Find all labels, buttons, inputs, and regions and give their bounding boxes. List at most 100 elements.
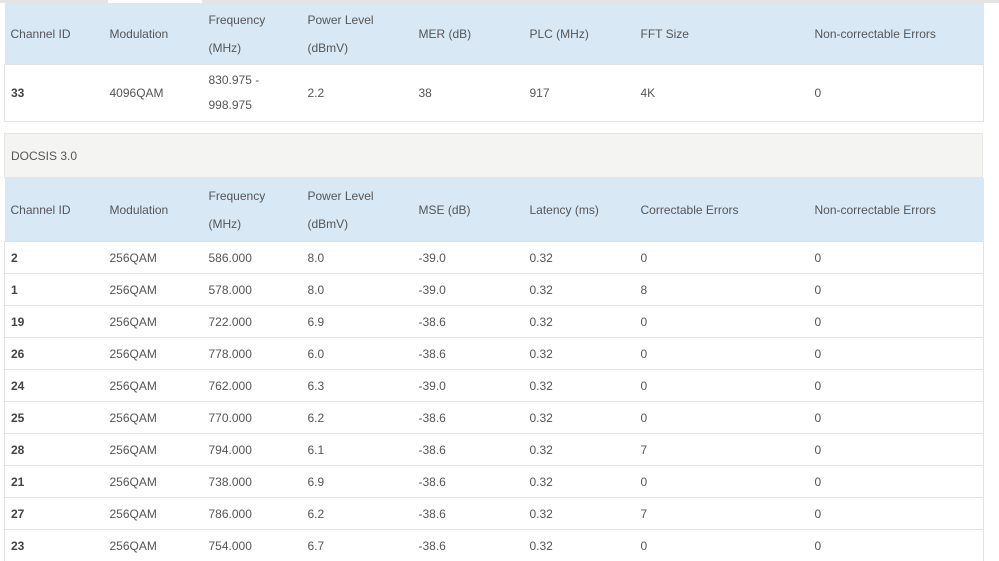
docsis30-section-header: DOCSIS 3.0 — [4, 133, 983, 178]
table-row: 21 256QAM 738.000 6.9 -38.6 0.32 0 0 — [4, 465, 984, 498]
cell-correctable-errors: 0 — [634, 305, 809, 338]
cell-latency: 0.32 — [523, 497, 635, 530]
cell-fft-size: 4K — [634, 64, 809, 122]
cell-non-correctable-errors: 0 — [808, 529, 984, 561]
cell-modulation: 256QAM — [103, 305, 203, 338]
cell-non-correctable-errors: 0 — [808, 64, 984, 122]
cell-latency: 0.32 — [523, 337, 635, 370]
header-fft-size: FFT Size — [634, 3, 809, 65]
table-row: 1 256QAM 578.000 8.0 -39.0 0.32 8 0 — [4, 273, 984, 306]
header-modulation: Modulation — [103, 178, 203, 242]
cell-frequency: 738.000 — [202, 465, 302, 498]
cell-frequency: 794.000 — [202, 433, 302, 466]
cell-frequency: 754.000 — [202, 529, 302, 561]
cell-latency: 0.32 — [523, 369, 635, 402]
cell-frequency: 778.000 — [202, 337, 302, 370]
header-power-level: Power Level (dBmV) — [301, 178, 413, 242]
cell-mse: -39.0 — [412, 241, 524, 274]
cell-correctable-errors: 0 — [634, 337, 809, 370]
cell-correctable-errors: 7 — [634, 433, 809, 466]
cell-frequency: 786.000 — [202, 497, 302, 530]
cell-channel-id: 1 — [4, 273, 104, 306]
cell-non-correctable-errors: 0 — [808, 305, 984, 338]
cell-non-correctable-errors: 0 — [808, 401, 984, 434]
cell-power-level: 8.0 — [301, 241, 413, 274]
cell-power-level: 6.1 — [301, 433, 413, 466]
cell-power-level: 6.2 — [301, 497, 413, 530]
cell-frequency: 762.000 — [202, 369, 302, 402]
header-non-correctable-errors: Non-correctable Errors — [808, 178, 984, 242]
table-row: 25 256QAM 770.000 6.2 -38.6 0.32 0 0 — [4, 401, 984, 434]
docsis30-channel-table: Channel ID Modulation Frequency (MHz) Pow… — [4, 178, 984, 561]
header-correctable-errors: Correctable Errors — [634, 178, 809, 242]
cell-frequency: 722.000 — [202, 305, 302, 338]
cell-frequency: 578.000 — [202, 273, 302, 306]
header-mer: MER (dB) — [412, 3, 524, 65]
header-plc: PLC (MHz) — [523, 3, 635, 65]
cell-power-level: 6.9 — [301, 465, 413, 498]
cell-correctable-errors: 7 — [634, 497, 809, 530]
cell-modulation: 256QAM — [103, 273, 203, 306]
header-frequency: Frequency (MHz) — [202, 3, 302, 65]
cell-plc: 917 — [523, 64, 635, 122]
cell-mse: -38.6 — [412, 337, 524, 370]
cell-non-correctable-errors: 0 — [808, 273, 984, 306]
cell-correctable-errors: 0 — [634, 529, 809, 561]
cell-non-correctable-errors: 0 — [808, 337, 984, 370]
cell-non-correctable-errors: 0 — [808, 433, 984, 466]
cell-modulation: 256QAM — [103, 337, 203, 370]
cell-mse: -38.6 — [412, 465, 524, 498]
cell-mer: 38 — [412, 64, 524, 122]
cell-latency: 0.32 — [523, 465, 635, 498]
cell-latency: 0.32 — [523, 241, 635, 274]
cell-mse: -39.0 — [412, 369, 524, 402]
cell-correctable-errors: 0 — [634, 401, 809, 434]
cell-correctable-errors: 0 — [634, 465, 809, 498]
header-channel-id: Channel ID — [4, 3, 104, 65]
header-mse: MSE (dB) — [412, 178, 524, 242]
section-title: DOCSIS 3.0 — [11, 149, 78, 163]
cell-power-level: 6.2 — [301, 401, 413, 434]
cell-modulation: 256QAM — [103, 241, 203, 274]
table-header-row: Channel ID Modulation Frequency (MHz) Pow… — [4, 3, 984, 65]
cell-correctable-errors: 0 — [634, 241, 809, 274]
cell-modulation: 256QAM — [103, 497, 203, 530]
table-row: 2 256QAM 586.000 8.0 -39.0 0.32 0 0 — [4, 241, 984, 274]
cell-channel-id: 2 — [4, 241, 104, 274]
cell-channel-id: 25 — [4, 401, 104, 434]
table-row: 23 256QAM 754.000 6.7 -38.6 0.32 0 0 — [4, 529, 984, 561]
cell-power-level: 6.0 — [301, 337, 413, 370]
cell-channel-id: 26 — [4, 337, 104, 370]
table-row: 19 256QAM 722.000 6.9 -38.6 0.32 0 0 — [4, 305, 984, 338]
cell-frequency: 586.000 — [202, 241, 302, 274]
cell-non-correctable-errors: 0 — [808, 369, 984, 402]
cell-latency: 0.32 — [523, 273, 635, 306]
cell-modulation: 256QAM — [103, 369, 203, 402]
cell-latency: 0.32 — [523, 433, 635, 466]
cell-non-correctable-errors: 0 — [808, 465, 984, 498]
cell-modulation: 256QAM — [103, 529, 203, 561]
header-power-level: Power Level (dBmV) — [301, 3, 413, 65]
cell-channel-id: 23 — [4, 529, 104, 561]
cell-modulation: 256QAM — [103, 401, 203, 434]
cell-modulation: 256QAM — [103, 465, 203, 498]
table-header-row: Channel ID Modulation Frequency (MHz) Pow… — [4, 178, 984, 242]
channel-status-page: Channel ID Modulation Frequency (MHz) Pow… — [0, 0, 999, 561]
table-row: 27 256QAM 786.000 6.2 -38.6 0.32 7 0 — [4, 497, 984, 530]
cell-latency: 0.32 — [523, 529, 635, 561]
table-row: 24 256QAM 762.000 6.3 -39.0 0.32 0 0 — [4, 369, 984, 402]
cell-modulation: 256QAM — [103, 433, 203, 466]
cell-power-level: 6.3 — [301, 369, 413, 402]
cell-power-level: 8.0 — [301, 273, 413, 306]
cell-modulation: 4096QAM — [103, 64, 203, 122]
cell-mse: -38.6 — [412, 401, 524, 434]
cell-non-correctable-errors: 0 — [808, 497, 984, 530]
table-row: 26 256QAM 778.000 6.0 -38.6 0.32 0 0 — [4, 337, 984, 370]
cell-mse: -39.0 — [412, 273, 524, 306]
cell-channel-id: 28 — [4, 433, 104, 466]
cell-power-level: 6.9 — [301, 305, 413, 338]
table-row: 33 4096QAM 830.975 -998.975 2.2 38 917 4… — [4, 64, 984, 122]
cell-channel-id: 33 — [4, 64, 104, 122]
header-channel-id: Channel ID — [4, 178, 104, 242]
docsis30-table-body: 2 256QAM 586.000 8.0 -39.0 0.32 0 0 1 25… — [4, 241, 984, 561]
